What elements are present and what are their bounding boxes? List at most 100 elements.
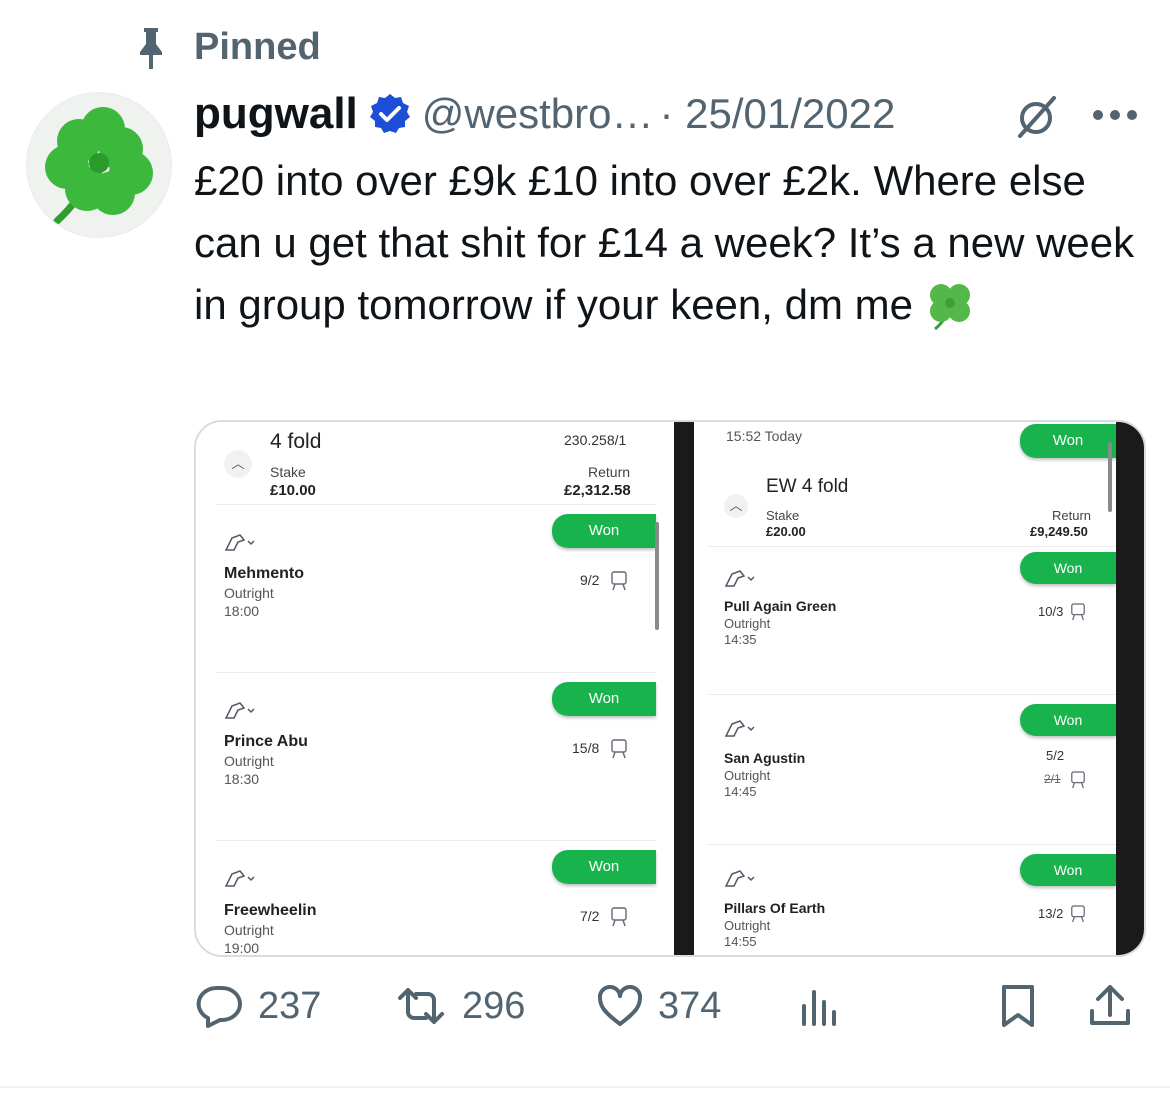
- won-badge: Won: [1020, 704, 1116, 736]
- leg-odds: 10/3: [1038, 604, 1064, 619]
- won-badge: Won: [552, 850, 656, 884]
- horse-icon: [224, 534, 255, 551]
- market-label: Outright: [224, 585, 274, 601]
- horse-icon: [724, 570, 755, 587]
- market-label: Outright: [724, 768, 771, 783]
- collapse-caret-icon[interactable]: ︿: [724, 494, 748, 518]
- race-time: 14:55: [724, 934, 757, 949]
- divider: [216, 504, 656, 505]
- won-badge: Won: [552, 514, 656, 548]
- author-name[interactable]: pugwall: [194, 89, 358, 139]
- share-button[interactable]: [1086, 978, 1134, 1034]
- panel-edge: [1116, 422, 1144, 955]
- bet-title: 4 fold: [270, 430, 322, 453]
- market-label: Outright: [224, 753, 274, 769]
- grok-icon[interactable]: [1010, 94, 1062, 138]
- bookmark-button[interactable]: [998, 978, 1038, 1034]
- certificate-icon: [1071, 905, 1085, 923]
- like-count: 374: [658, 984, 722, 1027]
- market-label: Outright: [724, 918, 771, 933]
- won-badge: Won: [1020, 552, 1116, 584]
- bookmark-icon: [1002, 985, 1034, 1027]
- repost-icon: [398, 988, 444, 1024]
- horse-name: San Agustin: [724, 750, 806, 766]
- views-icon: [802, 990, 836, 1026]
- return-value: £2,312.58: [564, 482, 631, 499]
- market-label: Outright: [724, 616, 771, 631]
- scrollbar[interactable]: [655, 522, 659, 630]
- certificate-icon: [1071, 603, 1085, 621]
- like-button[interactable]: 374: [596, 978, 721, 1034]
- panel-divider: [674, 422, 694, 955]
- pin-icon: [140, 28, 162, 69]
- stake-value: £20.00: [766, 524, 806, 539]
- bottom-divider: [0, 1086, 1170, 1088]
- tweet-media[interactable]: 4 fold 230.258/1 ︿ Stake £10.00 Return £…: [194, 420, 1146, 957]
- bet-timestamp: 15:52 Today: [726, 428, 803, 444]
- scrollbar[interactable]: [1108, 442, 1112, 512]
- certificate-icon: [611, 571, 627, 591]
- divider: [708, 546, 1116, 547]
- reply-icon: [196, 985, 242, 1028]
- leg-odds: 9/2: [580, 572, 600, 588]
- previous-odds: 2/1: [1044, 772, 1061, 786]
- share-icon: [1090, 985, 1130, 1025]
- certificate-icon: [1071, 771, 1085, 789]
- won-badge: Won: [1020, 424, 1116, 458]
- tweet-header: pugwall @westbro… · 25/01/2022: [194, 86, 895, 142]
- divider: [216, 840, 656, 841]
- reply-count: 237: [258, 984, 322, 1027]
- leg-odds: 7/2: [580, 908, 600, 924]
- tweet-text: £20 into over £9k £10 into over £2k. Whe…: [194, 150, 1154, 336]
- horse-name: Pull Again Green: [724, 598, 837, 614]
- repost-count: 296: [462, 984, 526, 1027]
- stake-value: £10.00: [270, 482, 316, 499]
- race-time: 14:45: [724, 784, 757, 799]
- race-time: 18:30: [224, 771, 260, 787]
- collapse-caret-icon[interactable]: ︿: [224, 450, 252, 478]
- race-time: 18:00: [224, 603, 260, 619]
- total-odds: 230.258/1: [564, 432, 627, 448]
- views-button[interactable]: [798, 978, 842, 1034]
- won-badge: Won: [1020, 854, 1116, 886]
- divider: [708, 694, 1116, 695]
- leg-odds: 13/2: [1038, 906, 1064, 921]
- divider: [708, 844, 1116, 845]
- clover-avatar-icon: [45, 107, 153, 225]
- horse-name: Pillars Of Earth: [724, 900, 826, 916]
- stake-label: Stake: [270, 464, 306, 480]
- return-label: Return: [588, 464, 631, 480]
- return-label: Return: [1052, 508, 1092, 523]
- certificate-icon: [611, 907, 627, 927]
- leg-odds: 5/2: [1046, 748, 1065, 763]
- clover-emoji: [929, 284, 970, 331]
- horse-name: Mehmento: [224, 565, 304, 582]
- won-badge: Won: [552, 682, 656, 716]
- race-time: 19:00: [224, 940, 260, 955]
- horse-icon: [224, 702, 255, 719]
- bet-slip-left: 4 fold 230.258/1 ︿ Stake £10.00 Return £…: [196, 422, 674, 955]
- bet-slip-right: 15:52 Today Won EW 4 fold ︿ Stake £20.00…: [694, 422, 1116, 955]
- horse-name: Prince Abu: [224, 733, 308, 750]
- avatar[interactable]: [26, 92, 172, 238]
- stake-label: Stake: [766, 508, 800, 523]
- horse-icon: [224, 870, 255, 887]
- certificate-icon: [611, 739, 627, 759]
- tweet-date[interactable]: · 25/01/2022: [659, 90, 895, 138]
- reply-button[interactable]: 237: [196, 978, 321, 1034]
- pinned-label: Pinned: [194, 26, 321, 68]
- author-handle[interactable]: @westbro…: [422, 90, 654, 138]
- return-value: £9,249.50: [1030, 524, 1088, 539]
- repost-button[interactable]: 296: [394, 978, 525, 1034]
- more-icon[interactable]: [1090, 100, 1140, 130]
- leg-odds: 15/8: [572, 740, 600, 756]
- market-label: Outright: [224, 922, 274, 938]
- divider: [216, 672, 656, 673]
- verified-badge-icon: [369, 94, 410, 133]
- horse-icon: [724, 870, 755, 887]
- like-icon: [597, 985, 643, 1026]
- horse-icon: [724, 720, 755, 737]
- horse-name: Freewheelin: [224, 902, 317, 919]
- race-time: 14:35: [724, 632, 757, 647]
- tweet-body: £20 into over £9k £10 into over £2k. Whe…: [194, 157, 1135, 328]
